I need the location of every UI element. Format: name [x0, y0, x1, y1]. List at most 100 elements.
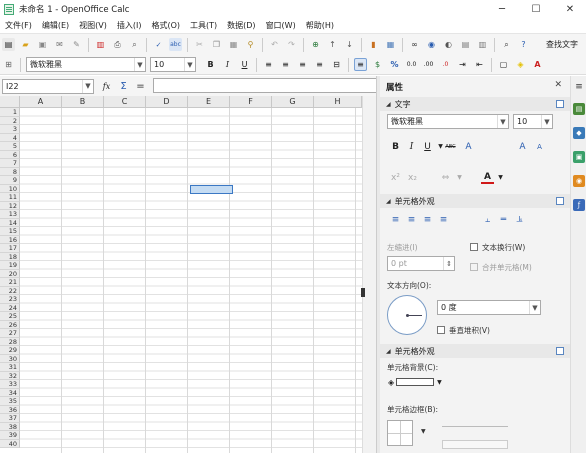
selected-cell[interactable] — [190, 185, 233, 194]
equals-icon[interactable]: = — [134, 80, 147, 93]
row-header[interactable]: 24 — [0, 303, 20, 312]
menu-tools[interactable]: 工具(T) — [185, 20, 222, 31]
select-all-corner[interactable] — [0, 96, 20, 108]
spinner-arrows-icon[interactable]: ⇕ — [443, 257, 454, 270]
character-spacing-icon[interactable]: ⇔ — [439, 171, 452, 184]
underline-icon[interactable]: U — [421, 140, 434, 153]
line-style-selector[interactable] — [442, 417, 508, 427]
data-sources-icon[interactable]: ▤ — [459, 38, 472, 51]
gallery-tab-icon[interactable]: ▣ — [573, 151, 585, 163]
chevron-down-icon[interactable]: ▼ — [184, 58, 195, 71]
cell-appearance-panel-header[interactable]: ◢ 单元格外观 — [380, 194, 570, 208]
navigator-tab-icon[interactable]: ◉ — [573, 175, 585, 187]
row-header[interactable]: 25 — [0, 312, 20, 321]
column-header[interactable]: F — [230, 96, 272, 108]
cell-appearance-panel-2-header[interactable]: ◢ 单元格外观 — [380, 344, 570, 358]
properties-tab-icon[interactable]: ▤ — [573, 103, 585, 115]
styles-tab-icon[interactable]: ◆ — [573, 127, 585, 139]
sort-ascending-icon[interactable]: ↑ — [326, 38, 339, 51]
decrease-font-icon[interactable]: A — [533, 140, 546, 153]
percent-format-icon[interactable]: % — [388, 58, 401, 71]
chevron-down-icon[interactable]: ▼ — [497, 115, 508, 128]
close-icon[interactable]: ✕ — [554, 80, 562, 90]
row-header[interactable]: 31 — [0, 363, 20, 372]
collapse-triangle-icon[interactable]: ◢ — [386, 348, 391, 355]
chevron-down-icon[interactable]: ▼ — [529, 301, 540, 314]
column-header[interactable]: D — [146, 96, 188, 108]
minimize-button[interactable]: ─ — [486, 0, 518, 18]
menu-icon[interactable]: ≡ — [573, 81, 585, 93]
row-header[interactable]: 1 — [0, 108, 20, 117]
find-text-label[interactable]: 查找文字 — [546, 39, 578, 50]
currency-format-icon[interactable]: $ — [371, 58, 384, 71]
delete-decimal-icon[interactable]: .0 — [439, 58, 452, 71]
sidebar-font-size-combo[interactable]: 10 ▼ — [513, 114, 553, 129]
format-paintbrush-icon[interactable]: ⚲ — [244, 38, 257, 51]
styles-icon[interactable]: ⊞ — [2, 58, 15, 71]
font-name-combo[interactable]: 微软雅黑 ▼ — [26, 57, 146, 72]
italic-icon[interactable]: I — [405, 140, 418, 153]
font-color-icon[interactable]: A — [481, 171, 494, 184]
column-header[interactable]: A — [20, 96, 62, 108]
chevron-down-icon[interactable]: ▼ — [494, 171, 507, 184]
wrap-text-icon[interactable]: ≡ — [354, 58, 367, 71]
orientation-dial[interactable] — [387, 295, 427, 335]
row-header[interactable]: 7 — [0, 159, 20, 168]
hyperlink-icon[interactable]: ⊕ — [309, 38, 322, 51]
row-header[interactable]: 36 — [0, 405, 20, 414]
bold-icon[interactable]: B — [204, 58, 217, 71]
row-header[interactable]: 28 — [0, 337, 20, 346]
align-right-icon[interactable]: ≡ — [296, 58, 309, 71]
row-header[interactable]: 37 — [0, 414, 20, 423]
functions-tab-icon[interactable]: ƒ — [573, 199, 585, 211]
gallery-icon[interactable]: ◐ — [442, 38, 455, 51]
left-indent-spinner[interactable]: 0 pt ⇕ — [387, 256, 455, 271]
row-header[interactable]: 19 — [0, 261, 20, 270]
maximize-button[interactable]: ☐ — [520, 0, 552, 18]
more-options-icon[interactable] — [556, 100, 564, 108]
more-options-icon[interactable] — [556, 347, 564, 355]
row-header[interactable]: 38 — [0, 422, 20, 431]
background-color-icon[interactable]: ◈ — [514, 58, 527, 71]
column-header[interactable]: E — [188, 96, 230, 108]
text-panel-header[interactable]: ◢ 文字 — [380, 97, 570, 111]
row-header[interactable]: 27 — [0, 329, 20, 338]
row-header[interactable]: 21 — [0, 278, 20, 287]
split-handle[interactable] — [361, 288, 365, 297]
row-header[interactable]: 14 — [0, 218, 20, 227]
row-header[interactable]: 40 — [0, 439, 20, 448]
row-header[interactable]: 16 — [0, 235, 20, 244]
zoom-icon[interactable]: ⌕ — [500, 38, 513, 51]
row-header[interactable]: 15 — [0, 227, 20, 236]
chevron-down-icon[interactable]: ▼ — [541, 115, 552, 128]
collapse-triangle-icon[interactable]: ◢ — [386, 101, 391, 108]
row-header[interactable]: 32 — [0, 371, 20, 380]
menu-insert[interactable]: 插入(I) — [112, 20, 147, 31]
borders-icon[interactable]: ▢ — [497, 58, 510, 71]
row-header[interactable]: 22 — [0, 286, 20, 295]
open-folder-icon[interactable]: ▰ — [19, 38, 32, 51]
align-right-icon[interactable]: ≡ — [421, 213, 434, 226]
chevron-down-icon[interactable]: ▼ — [421, 428, 426, 435]
merge-cells-checkbox[interactable] — [470, 263, 478, 271]
row-header[interactable]: 6 — [0, 150, 20, 159]
table-icon[interactable]: ▥ — [476, 38, 489, 51]
sidebar-font-name-combo[interactable]: 微软雅黑 ▼ — [387, 114, 509, 129]
row-header[interactable]: 8 — [0, 167, 20, 176]
sum-icon[interactable]: Σ — [117, 80, 130, 93]
cell-background-button[interactable]: ◈ ▼ — [388, 375, 442, 389]
row-header[interactable]: 12 — [0, 201, 20, 210]
row-header[interactable]: 2 — [0, 116, 20, 125]
row-header[interactable]: 34 — [0, 388, 20, 397]
row-header[interactable]: 9 — [0, 176, 20, 185]
row-header[interactable]: 10 — [0, 184, 20, 193]
edit-file-icon[interactable]: ✎ — [70, 38, 83, 51]
close-button[interactable]: ✕ — [554, 0, 586, 18]
menu-view[interactable]: 视图(V) — [74, 20, 112, 31]
justify-icon[interactable]: ≡ — [313, 58, 326, 71]
print-icon[interactable]: ⎙ — [111, 38, 124, 51]
email-icon[interactable]: ✉ — [53, 38, 66, 51]
menu-help[interactable]: 帮助(H) — [301, 20, 339, 31]
align-center-icon[interactable]: ≡ — [279, 58, 292, 71]
cell-area[interactable] — [20, 108, 362, 453]
